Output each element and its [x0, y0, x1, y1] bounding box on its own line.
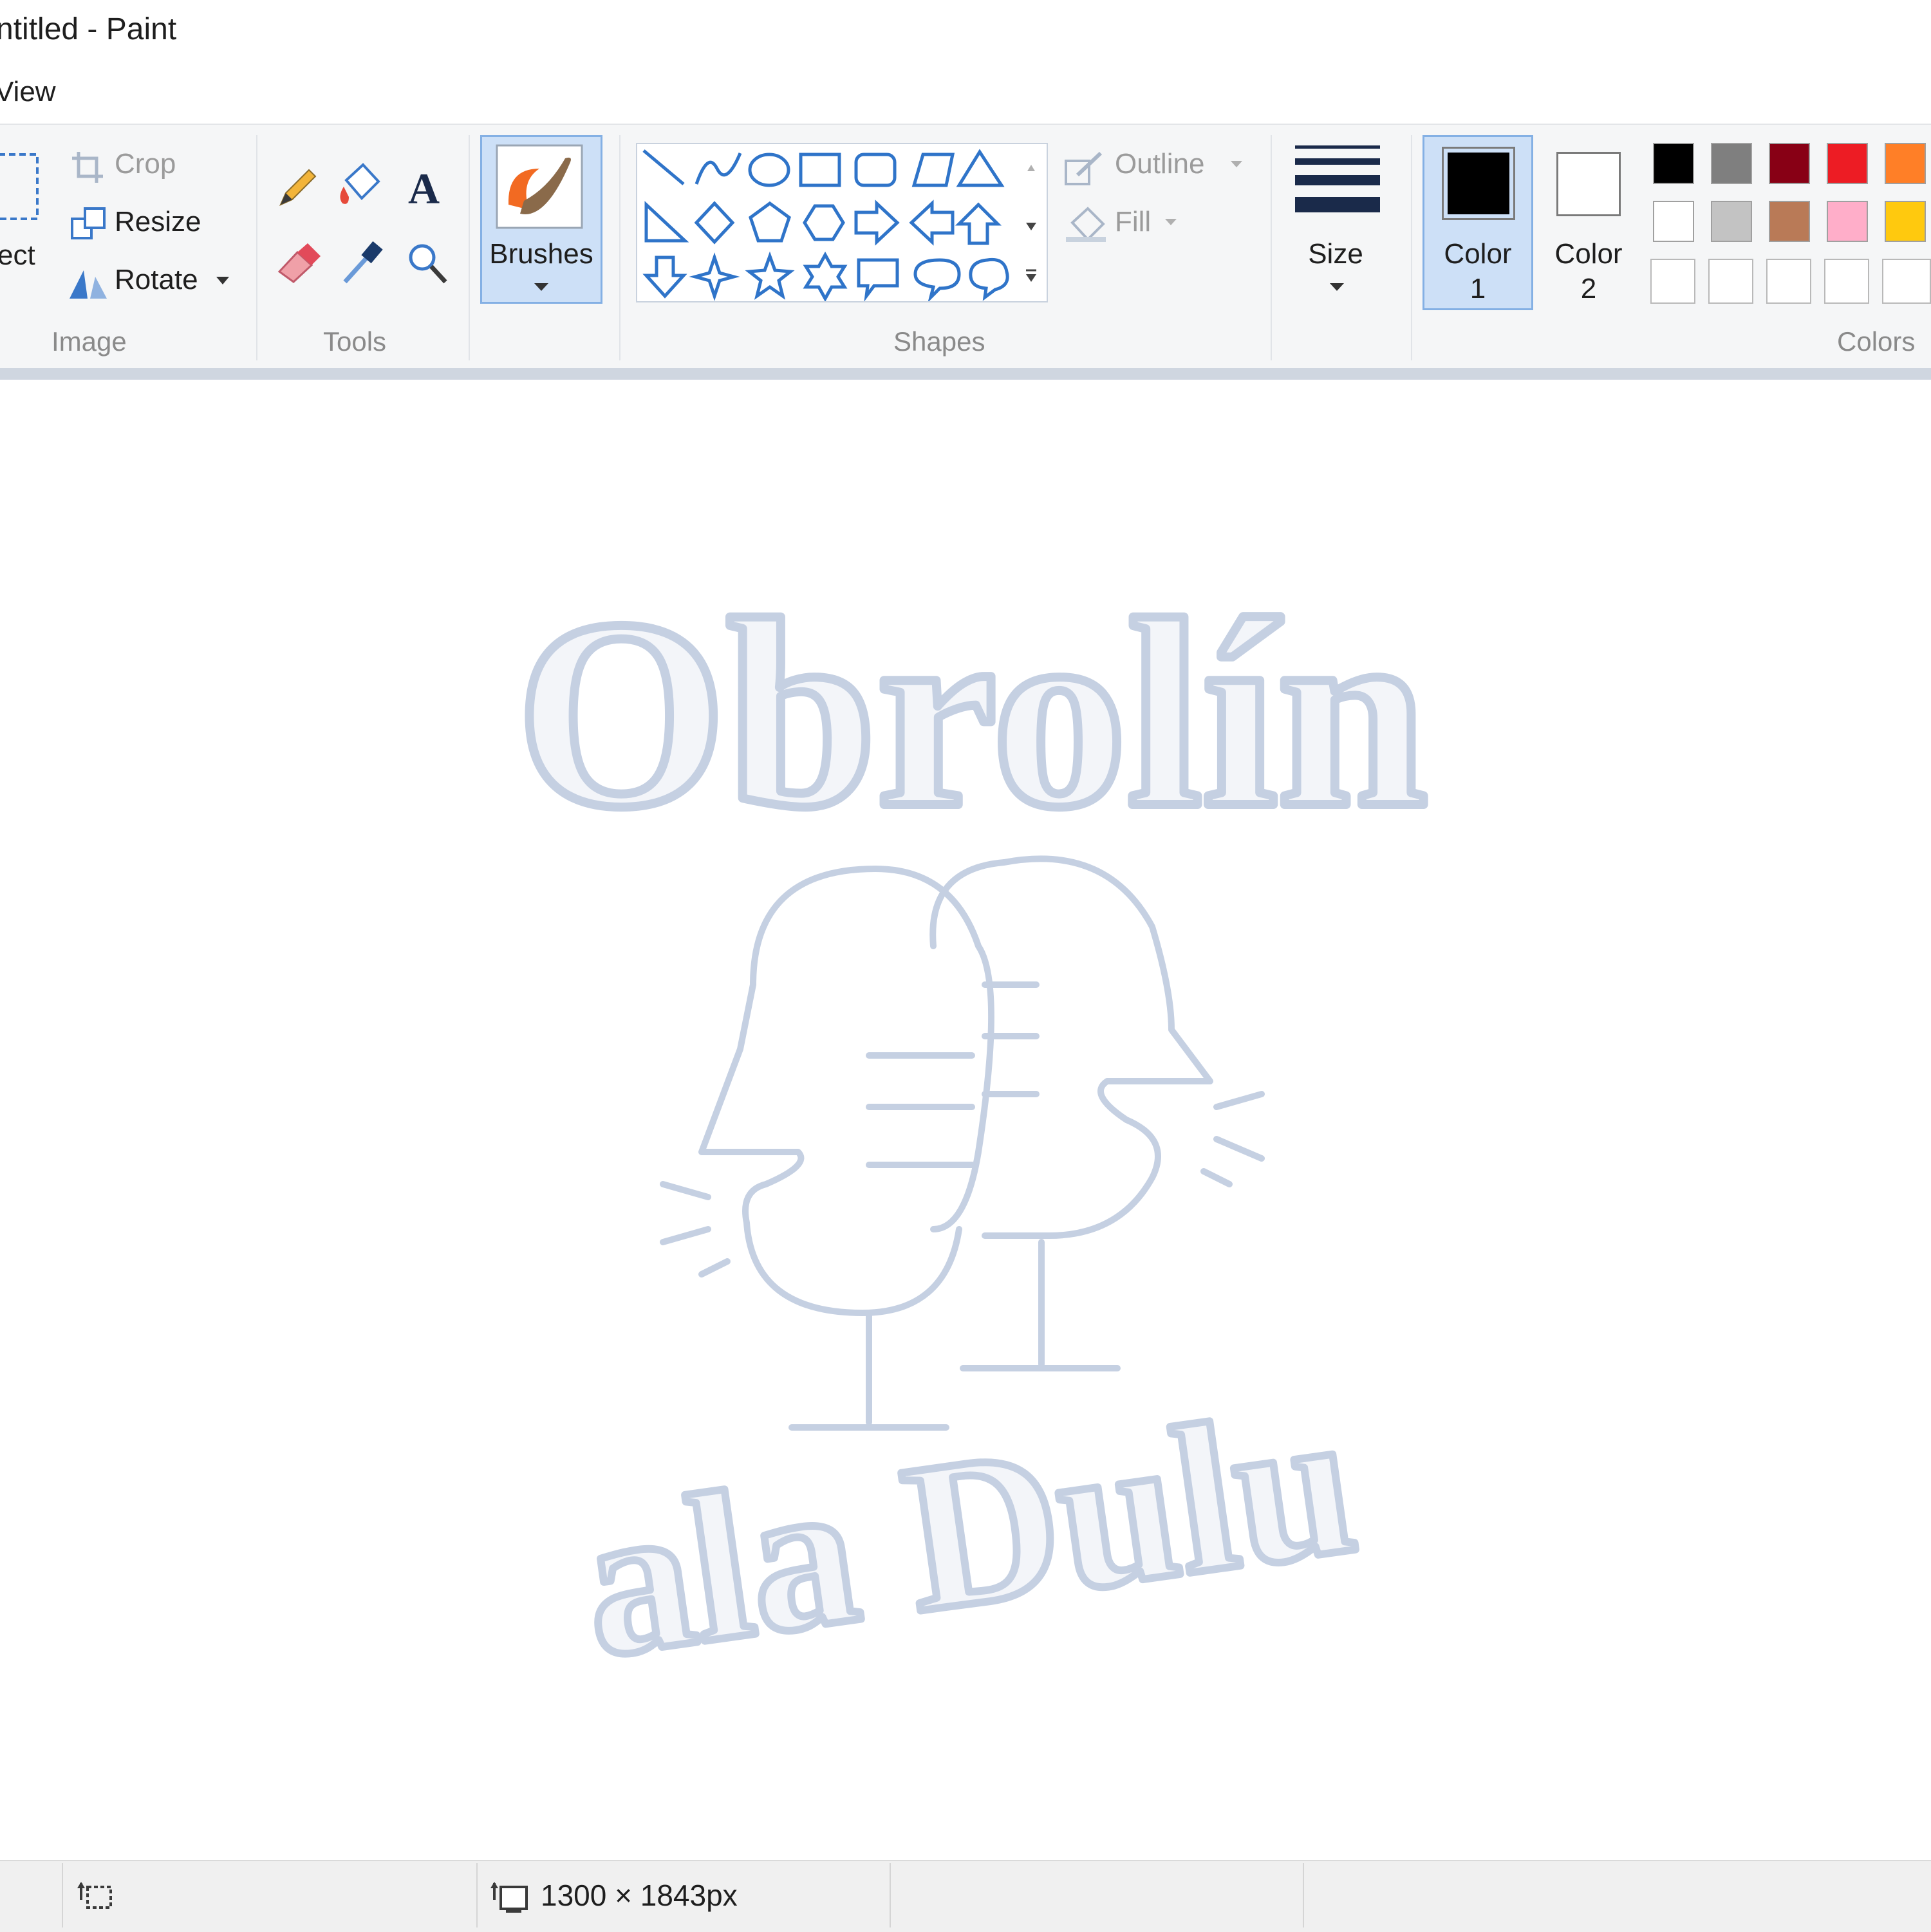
color1-swatch	[1442, 147, 1515, 220]
group-separator	[1271, 135, 1272, 360]
image-group-label: Image	[51, 326, 127, 357]
status-bar	[0, 1860, 1931, 1932]
gallery-scroll-icon[interactable]	[1023, 162, 1039, 284]
resize-button[interactable]: Resize	[115, 206, 201, 238]
pentagon-shape-icon[interactable]	[749, 201, 791, 243]
rotate-button[interactable]: Rotate	[115, 264, 198, 296]
palette-swatch-custom[interactable]	[1708, 259, 1753, 304]
color-picker-icon[interactable]	[340, 239, 385, 287]
image-size-icon	[490, 1882, 528, 1913]
palette-swatch-red[interactable]	[1827, 143, 1868, 184]
group-separator	[619, 135, 620, 360]
palette-swatch-light-gray[interactable]	[1711, 201, 1752, 242]
right-triangle-shape-icon[interactable]	[644, 201, 689, 243]
cloud-callout-shape-icon[interactable]	[969, 257, 1009, 301]
ribbon-divider	[0, 368, 1931, 380]
fill-bucket-icon[interactable]	[335, 161, 384, 210]
diamond-shape-icon[interactable]	[694, 201, 735, 245]
canvas-artwork: Obrolín ala Dulu	[512, 559, 1432, 1706]
crop-button[interactable]: Crop	[115, 148, 176, 180]
crop-icon[interactable]	[70, 149, 106, 185]
brushes-label: Brushes	[489, 238, 593, 270]
palette-swatch-custom[interactable]	[1824, 259, 1869, 304]
outline-dropdown-icon[interactable]	[1231, 161, 1242, 169]
menu-view[interactable]: View	[0, 76, 56, 108]
pencil-icon[interactable]	[275, 165, 321, 210]
brush-icon	[496, 144, 583, 229]
group-separator	[1411, 135, 1412, 360]
fill-dropdown-icon[interactable]	[1165, 219, 1177, 227]
eraser-icon[interactable]	[275, 239, 324, 284]
text-tool-icon[interactable]: A	[404, 165, 447, 210]
left-arrow-shape-icon[interactable]	[909, 200, 955, 246]
select-label[interactable]: ect	[0, 239, 35, 272]
rotate-icon[interactable]	[67, 265, 108, 301]
palette-swatch-gray[interactable]	[1711, 143, 1752, 184]
down-arrow-shape-icon[interactable]	[642, 255, 687, 299]
four-point-star-shape-icon[interactable]	[689, 252, 740, 301]
palette-swatch-custom[interactable]	[1650, 259, 1695, 304]
fill-button[interactable]: Fill	[1115, 206, 1151, 238]
color1-label: Color	[1444, 238, 1512, 270]
triangle-shape-icon[interactable]	[956, 149, 1005, 187]
size-label[interactable]: Size	[1287, 238, 1384, 270]
color2-label: Color	[1554, 238, 1623, 270]
title-bar	[0, 0, 1931, 64]
palette-swatch-brown[interactable]	[1769, 201, 1810, 242]
two-heads-illustration	[660, 855, 1265, 1431]
size-icon[interactable]	[1295, 145, 1380, 218]
svg-text:A: A	[408, 165, 440, 210]
palette-swatch-custom[interactable]	[1882, 259, 1931, 304]
oval-callout-shape-icon[interactable]	[913, 258, 961, 301]
rotate-dropdown-icon[interactable]	[216, 277, 229, 286]
image-size-readout: 1300 × 1843px	[541, 1879, 738, 1912]
curve-shape-icon[interactable]	[695, 153, 742, 185]
color2-swatch[interactable]	[1556, 152, 1621, 216]
colors-group-label: Colors	[1837, 326, 1916, 357]
rectangular-callout-shape-icon[interactable]	[857, 258, 899, 301]
right-arrow-shape-icon[interactable]	[854, 200, 900, 246]
shapes-grid	[642, 149, 1009, 301]
tools-group-label: Tools	[323, 326, 387, 357]
palette-swatch-black[interactable]	[1653, 143, 1694, 184]
status-separator	[62, 1863, 63, 1927]
palette-swatch-dark-red[interactable]	[1769, 143, 1810, 184]
group-separator	[469, 135, 470, 360]
menu-bar	[0, 64, 1931, 124]
artwork-subtitle-text: ala Dulu	[569, 1362, 1367, 1702]
resize-icon[interactable]	[70, 206, 108, 242]
palette-swatch-orange[interactable]	[1885, 143, 1926, 184]
palette-swatch-gold[interactable]	[1885, 201, 1926, 242]
up-arrow-shape-icon[interactable]	[955, 202, 1002, 245]
fill-icon[interactable]	[1063, 205, 1108, 245]
status-separator	[476, 1863, 478, 1927]
outline-button[interactable]: Outline	[1115, 148, 1204, 180]
status-separator	[890, 1863, 891, 1927]
size-dropdown-icon[interactable]	[1330, 283, 1344, 292]
polygon-shape-icon[interactable]	[911, 153, 955, 187]
line-shape-icon[interactable]	[642, 149, 685, 185]
hexagon-shape-icon[interactable]	[803, 204, 845, 241]
selection-size-icon	[77, 1882, 112, 1909]
select-icon[interactable]	[0, 152, 41, 223]
palette-swatch-custom[interactable]	[1766, 259, 1811, 304]
color2-number: 2	[1580, 273, 1597, 304]
magnifier-icon[interactable]	[404, 239, 449, 287]
outline-icon[interactable]	[1063, 149, 1105, 188]
window-title: ntitled - Paint	[0, 12, 177, 46]
status-separator	[1303, 1863, 1304, 1927]
rounded-rectangle-shape-icon[interactable]	[854, 153, 897, 187]
color1-number: 1	[1469, 273, 1486, 304]
five-point-star-shape-icon[interactable]	[745, 251, 795, 300]
brushes-dropdown-icon[interactable]	[534, 283, 548, 292]
six-point-star-shape-icon[interactable]	[803, 251, 848, 301]
rectangle-shape-icon[interactable]	[799, 153, 841, 187]
shapes-group-label: Shapes	[893, 326, 985, 357]
oval-shape-icon[interactable]	[748, 153, 790, 187]
group-separator	[256, 135, 257, 360]
palette-swatch-white[interactable]	[1653, 201, 1694, 242]
palette-swatch-pink[interactable]	[1827, 201, 1868, 242]
artwork-title-text: Obrolín	[516, 564, 1428, 863]
